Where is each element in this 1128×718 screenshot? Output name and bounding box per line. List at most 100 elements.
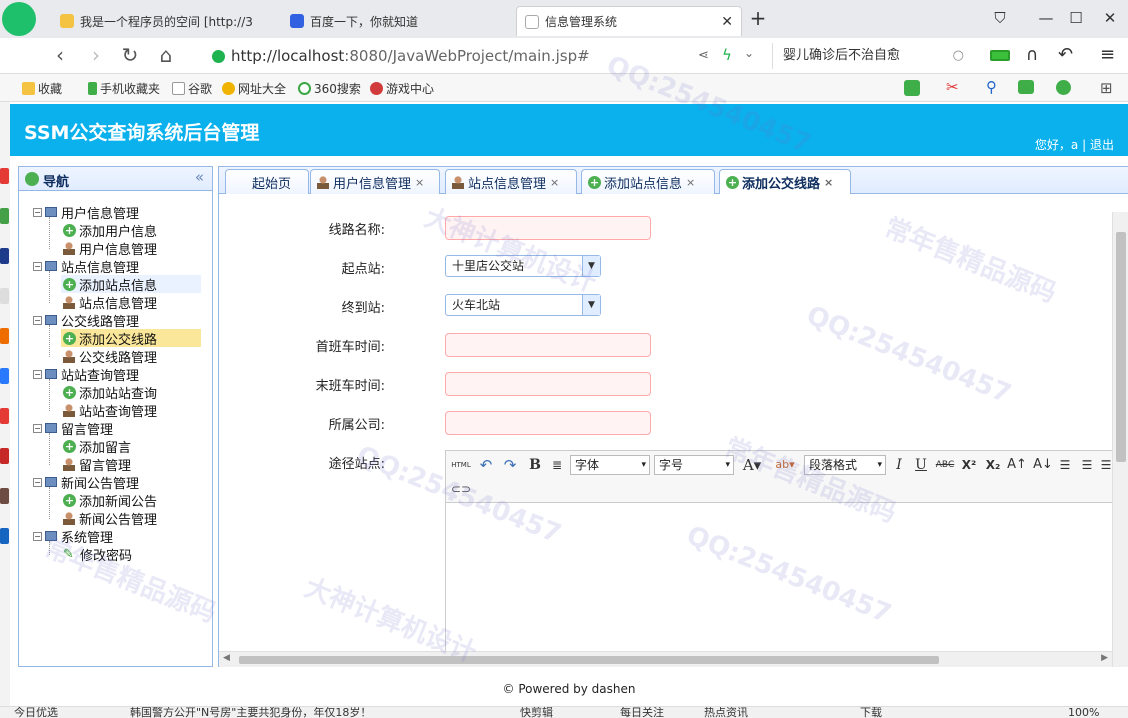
close-window-icon[interactable]: ✕	[1100, 8, 1120, 28]
close-icon[interactable]: ×	[686, 176, 695, 189]
font-shrink-icon[interactable]: A↓	[1032, 455, 1054, 475]
nav-item[interactable]: 新闻公告管理	[61, 509, 201, 528]
search-input[interactable]: 婴儿确诊后不治自愈 ○	[772, 43, 970, 69]
nav-item[interactable]: 留言管理	[61, 455, 201, 474]
favorite-item[interactable]: 谷歌	[172, 79, 212, 97]
line-name-input[interactable]	[445, 216, 651, 240]
gamepad-icon[interactable]	[1018, 80, 1034, 94]
translate-icon[interactable]	[904, 80, 920, 96]
favorite-item[interactable]: 收藏	[22, 79, 62, 97]
menu-icon[interactable]: ≡	[1100, 44, 1115, 65]
search-icon[interactable]: ⚲	[986, 78, 997, 96]
collapse-icon[interactable]: −	[33, 261, 42, 271]
underline-button[interactable]: U	[912, 455, 930, 475]
app-icon[interactable]	[0, 408, 9, 424]
nav-item[interactable]: + 添加用户信息	[61, 221, 201, 240]
logout-link[interactable]: 退出	[1090, 138, 1114, 152]
close-icon[interactable]: ×	[824, 176, 833, 189]
nav-item[interactable]: + 添加站点信息	[61, 275, 201, 294]
app-icon[interactable]	[0, 328, 9, 344]
nav-group[interactable]: − 系统管理	[33, 527, 113, 546]
browser-tab-1[interactable]: 我是一个程序员的空间 [http://3	[52, 6, 278, 36]
nav-item[interactable]: + 添加新闻公告	[61, 491, 201, 510]
last-bus-time-input[interactable]	[445, 372, 651, 396]
collapse-icon[interactable]: −	[33, 315, 42, 325]
status-item[interactable]: 快剪辑	[520, 707, 553, 718]
browser-tab-2[interactable]: 百度一下，你就知道	[282, 6, 512, 36]
close-icon[interactable]: ×	[415, 176, 424, 189]
status-news[interactable]: 韩国警方公开"N号房"主要共犯身份，年仅18岁！	[130, 707, 371, 718]
html-source-button[interactable]: HTML	[450, 455, 472, 475]
favorite-item[interactable]: 360搜索	[298, 79, 361, 97]
undo-icon[interactable]: ↶	[1058, 44, 1073, 65]
font-size-select[interactable]: 字号 ▾	[654, 455, 734, 475]
scroll-thumb[interactable]	[239, 656, 939, 664]
editor-body[interactable]	[446, 504, 1114, 658]
paragraph-format-select[interactable]: 段落格式 ▾	[804, 455, 886, 475]
status-item[interactable]: 热点资讯	[704, 707, 748, 718]
favorite-item[interactable]: 游戏中心	[370, 79, 434, 97]
bold-button[interactable]: B	[526, 455, 544, 475]
tab-station-info[interactable]: 站点信息管理 ×	[445, 169, 577, 194]
end-station-select[interactable]: 火车北站 ▼	[445, 294, 601, 316]
nav-item[interactable]: 用户信息管理	[61, 239, 201, 258]
coin-icon[interactable]	[1056, 80, 1071, 95]
nav-item[interactable]: 站站查询管理	[61, 401, 201, 420]
nav-item[interactable]: + 添加公交线路	[61, 329, 201, 348]
new-tab-icon[interactable]: +	[748, 8, 768, 28]
favorite-item[interactable]: 手机收藏夹	[88, 79, 160, 97]
link-icon[interactable]: ⊂⊃	[450, 479, 472, 499]
maximize-icon[interactable]: ☐	[1066, 8, 1086, 28]
first-bus-time-input[interactable]	[445, 333, 651, 357]
refresh-icon[interactable]: ↻	[118, 44, 142, 68]
collapse-icon[interactable]: −	[33, 423, 42, 433]
superscript-button[interactable]: X²	[958, 455, 980, 475]
tab-add-bus-line[interactable]: + 添加公交线路 ×	[719, 169, 851, 195]
apps-icon[interactable]: ⊞	[1100, 79, 1113, 97]
nav-item[interactable]: + 添加留言	[61, 437, 201, 456]
app-icon[interactable]	[0, 168, 9, 184]
search-icon[interactable]: ○	[953, 43, 964, 69]
italic-button[interactable]: I	[890, 455, 908, 475]
browser-tab-3[interactable]: 信息管理系统 ✕	[516, 6, 742, 36]
font-grow-icon[interactable]: A↑	[1006, 455, 1028, 475]
url-field[interactable]: http://localhost:8080/JavaWebProject/mai…	[212, 43, 772, 69]
status-left[interactable]: 今日优选	[14, 707, 58, 718]
tab-home[interactable]: 起始页	[225, 169, 309, 194]
strikethrough-button[interactable]: ABC	[934, 455, 956, 475]
app-icon[interactable]	[0, 528, 9, 544]
nav-group[interactable]: − 留言管理	[33, 419, 113, 438]
share-icon[interactable]: ⋖	[698, 48, 709, 63]
home-icon[interactable]: ⌂	[154, 44, 178, 68]
chevron-down-icon[interactable]: ⌄	[744, 46, 754, 60]
shirt-icon[interactable]: ⛉	[990, 8, 1010, 28]
collapse-icon[interactable]: −	[33, 207, 42, 217]
zoom-level[interactable]: 100%	[1068, 707, 1099, 718]
close-icon[interactable]: ✕	[721, 14, 733, 30]
horizontal-scrollbar[interactable]: ◀ ▶	[219, 651, 1112, 667]
scissors-icon[interactable]: ✂	[946, 78, 959, 96]
subscript-button[interactable]: X₂	[982, 455, 1004, 475]
app-icon[interactable]	[0, 448, 9, 464]
app-icon[interactable]	[0, 248, 9, 264]
nav-item[interactable]: ✎ 修改密码	[61, 545, 201, 564]
bolt-icon[interactable]: ϟ	[722, 46, 732, 64]
back-icon[interactable]: ‹	[48, 44, 72, 68]
nav-item[interactable]: + 添加站站查询	[61, 383, 201, 402]
tab-add-station[interactable]: + 添加站点信息 ×	[581, 169, 715, 194]
vertical-scrollbar[interactable]	[1112, 212, 1128, 667]
collapse-icon[interactable]: −	[33, 369, 42, 379]
minimize-icon[interactable]: —	[1036, 8, 1056, 28]
scroll-right-icon[interactable]: ▶	[1101, 653, 1108, 663]
app-icon[interactable]	[0, 288, 9, 304]
collapse-icon[interactable]: −	[33, 531, 42, 541]
status-item[interactable]: 每日关注	[620, 707, 664, 718]
collapse-icon[interactable]: −	[33, 477, 42, 487]
collapse-icon[interactable]: «	[195, 168, 204, 186]
favorite-item[interactable]: 网址大全	[222, 79, 286, 97]
align-left-icon[interactable]: ☰	[1056, 455, 1074, 475]
headset-icon[interactable]: ∩	[1026, 45, 1038, 65]
app-icon[interactable]	[0, 488, 9, 504]
undo-icon[interactable]: ↶	[476, 455, 496, 475]
align-center-icon[interactable]: ☰	[1078, 455, 1096, 475]
